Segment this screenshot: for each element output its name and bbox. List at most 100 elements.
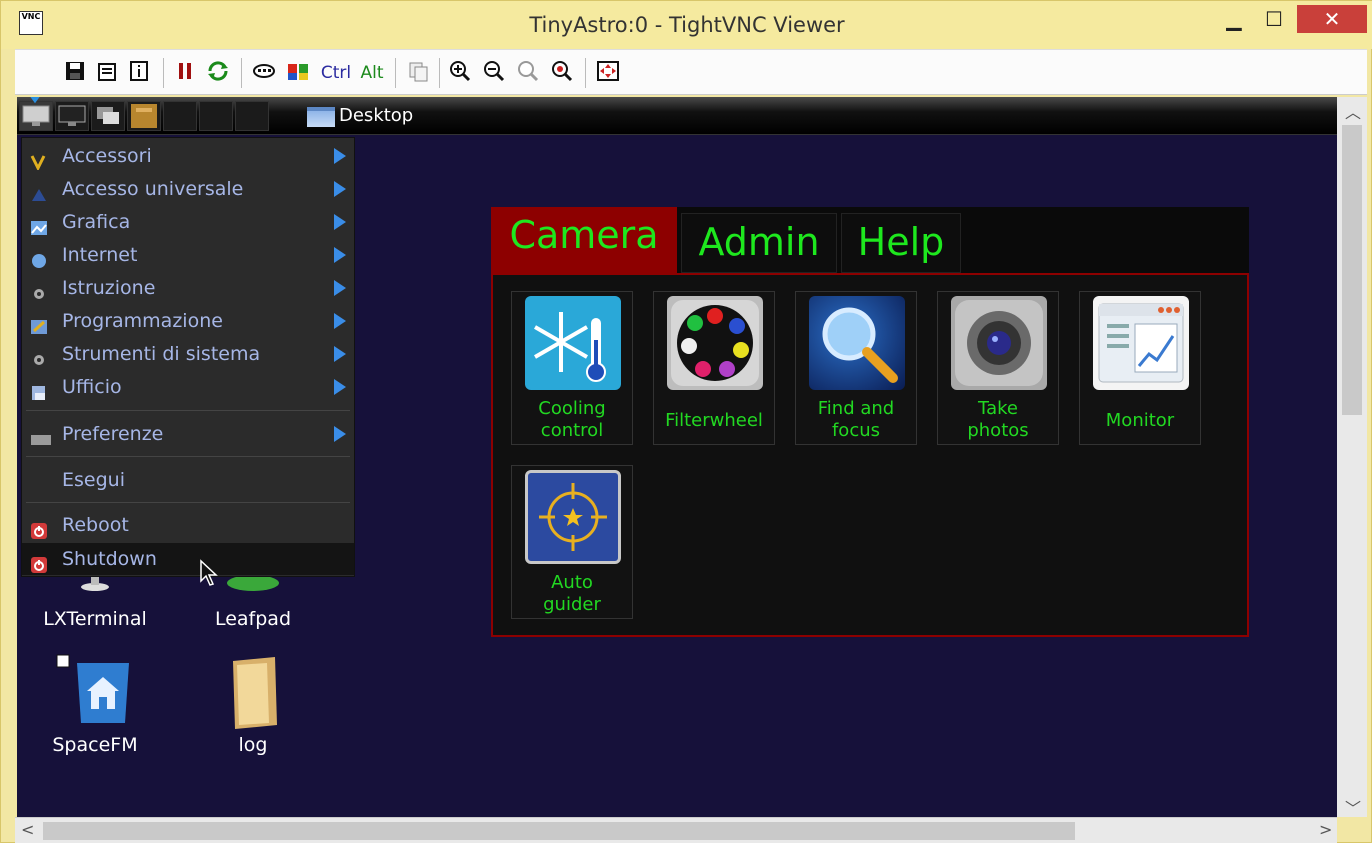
tab-help[interactable]: Help xyxy=(841,213,961,273)
zoom-auto-icon[interactable] xyxy=(549,60,575,86)
astro-control-app: Camera Admin Help Cooling control Filter… xyxy=(491,207,1249,637)
programming-icon xyxy=(30,313,48,334)
folder-icon xyxy=(233,657,277,729)
submenu-arrow-icon xyxy=(334,313,346,329)
menu-item-internet[interactable]: Internet xyxy=(22,239,354,271)
tab-camera[interactable]: Camera xyxy=(491,207,677,273)
desktop-icon-log[interactable]: log xyxy=(195,653,311,756)
ctrl-esc-icon[interactable] xyxy=(285,60,311,86)
desktop-icon-label: SpaceFM xyxy=(52,734,138,756)
menu-item-strumenti-di-sistema[interactable]: Strumenti di sistema xyxy=(22,338,354,370)
vertical-scrollbar[interactable]: ︿ ﹀ xyxy=(1337,97,1367,819)
scroll-up-icon[interactable]: ︿ xyxy=(1345,99,1361,123)
window-switcher-icon[interactable] xyxy=(91,101,125,131)
desktop-icon-spacefm[interactable]: SpaceFM xyxy=(37,653,153,756)
refresh-icon[interactable] xyxy=(205,60,231,86)
panel-slot[interactable] xyxy=(163,101,197,131)
zoom-out-icon[interactable] xyxy=(481,60,507,86)
fullscreen-icon[interactable] xyxy=(595,60,621,86)
menu-separator xyxy=(26,410,350,411)
menu-item-shutdown[interactable]: Shutdown xyxy=(22,543,354,575)
save-icon[interactable] xyxy=(63,60,87,86)
preferences-icon xyxy=(30,426,51,445)
vnc-window: VNC TinyAstro:0 - TightVNC Viewer ▁ ☐ ✕ … xyxy=(0,0,1372,843)
info-icon[interactable] xyxy=(127,60,151,86)
cooling-control-button[interactable]: Cooling control xyxy=(511,291,633,445)
mouse-cursor-icon xyxy=(200,559,218,586)
lxde-panel: Desktop xyxy=(17,97,1337,135)
title-bar[interactable]: VNC TinyAstro:0 - TightVNC Viewer ▁ ☐ ✕ xyxy=(1,1,1372,49)
ctrl-key-button[interactable]: Ctrl xyxy=(319,60,353,86)
menu-item-programmazione[interactable]: Programmazione xyxy=(22,305,354,337)
app-tab-bar: Camera Admin Help xyxy=(491,207,1249,273)
show-desktop-icon[interactable] xyxy=(55,101,89,131)
find-and-focus-button[interactable]: Find and focus xyxy=(795,291,917,445)
tile-caption: Cooling xyxy=(538,398,606,419)
panel-slot[interactable] xyxy=(199,101,233,131)
scroll-right-icon[interactable]: > xyxy=(1319,820,1332,839)
desktop-taskbar-label[interactable]: Desktop xyxy=(339,105,413,126)
menu-item-esegui[interactable]: Esegui xyxy=(22,464,354,496)
submenu-arrow-icon xyxy=(334,379,346,395)
menu-separator xyxy=(26,502,350,503)
menu-item-accessori[interactable]: Accessori xyxy=(22,140,354,172)
crosshair-star-icon xyxy=(525,470,621,564)
monitor-button[interactable]: Monitor xyxy=(1079,291,1201,445)
tile-caption: guider xyxy=(543,594,601,615)
alt-key-button[interactable]: Alt xyxy=(357,60,387,86)
start-menu: Accessori Accesso universale Grafica Int… xyxy=(21,137,355,577)
auto-guider-button[interactable]: Auto guider xyxy=(511,465,633,619)
panel-slot[interactable] xyxy=(235,101,269,131)
tab-admin[interactable]: Admin xyxy=(681,213,837,273)
horizontal-scrollbar[interactable]: < > xyxy=(15,817,1337,843)
toolbar: Ctrl Alt xyxy=(15,49,1367,95)
menu-item-reboot[interactable]: Reboot xyxy=(22,509,354,541)
menu-item-preferenze[interactable]: Preferenze xyxy=(22,418,354,450)
monitor-chart-icon xyxy=(1093,296,1189,390)
submenu-arrow-icon xyxy=(334,181,346,197)
scroll-left-icon[interactable]: < xyxy=(21,820,34,839)
toolbar-separator xyxy=(163,58,164,88)
accessibility-icon xyxy=(30,181,48,201)
minimize-button[interactable]: ▁ xyxy=(1219,5,1249,33)
tile-caption: Auto xyxy=(551,572,593,593)
submenu-arrow-icon xyxy=(334,148,346,164)
horizontal-scroll-thumb[interactable] xyxy=(43,822,1075,840)
properties-icon[interactable] xyxy=(95,60,119,86)
annotation-arrow-icon xyxy=(30,97,40,104)
toolbar-separator xyxy=(439,58,440,88)
window-title: TinyAstro:0 - TightVNC Viewer xyxy=(529,13,845,37)
submenu-arrow-icon xyxy=(334,346,346,362)
toolbar-separator xyxy=(585,58,586,88)
maximize-button[interactable]: ☐ xyxy=(1259,5,1289,33)
toolbar-separator xyxy=(395,58,396,88)
tile-caption: Find and xyxy=(817,398,895,419)
zoom-100-icon[interactable] xyxy=(515,60,541,86)
scroll-down-icon[interactable]: ﹀ xyxy=(1345,795,1361,819)
power-icon xyxy=(30,517,48,539)
menu-item-ufficio[interactable]: Ufficio xyxy=(22,371,354,403)
tile-caption: Monitor xyxy=(1105,410,1175,431)
power-icon xyxy=(30,551,48,573)
zoom-in-icon[interactable] xyxy=(447,60,473,86)
filterwheel-button[interactable]: Filterwheel xyxy=(653,291,775,445)
start-menu-button[interactable] xyxy=(19,101,53,131)
tile-caption: photos xyxy=(967,420,1029,441)
pause-icon[interactable] xyxy=(173,60,197,86)
file-manager-icon[interactable] xyxy=(127,101,161,131)
menu-item-istruzione[interactable]: Istruzione xyxy=(22,272,354,304)
close-button[interactable]: ✕ xyxy=(1297,5,1367,33)
menu-item-grafica[interactable]: Grafica xyxy=(22,206,354,238)
submenu-arrow-icon xyxy=(334,280,346,296)
menu-item-accesso-universale[interactable]: Accesso universale xyxy=(22,173,354,205)
desktop-icon-label: Leafpad xyxy=(214,608,292,630)
system-tools-icon xyxy=(30,346,48,365)
remote-desktop-viewport[interactable]: Desktop LXTerminal Leafpad SpaceFM log A… xyxy=(17,97,1337,817)
submenu-arrow-icon xyxy=(334,214,346,230)
menu-separator xyxy=(26,456,350,457)
take-photos-button[interactable]: Take photos xyxy=(937,291,1059,445)
desktop-icon-label: LXTerminal xyxy=(43,608,147,630)
clipboard-icon[interactable] xyxy=(405,60,431,86)
vertical-scroll-thumb[interactable] xyxy=(1342,125,1362,415)
ctrl-alt-del-icon[interactable] xyxy=(251,60,277,86)
